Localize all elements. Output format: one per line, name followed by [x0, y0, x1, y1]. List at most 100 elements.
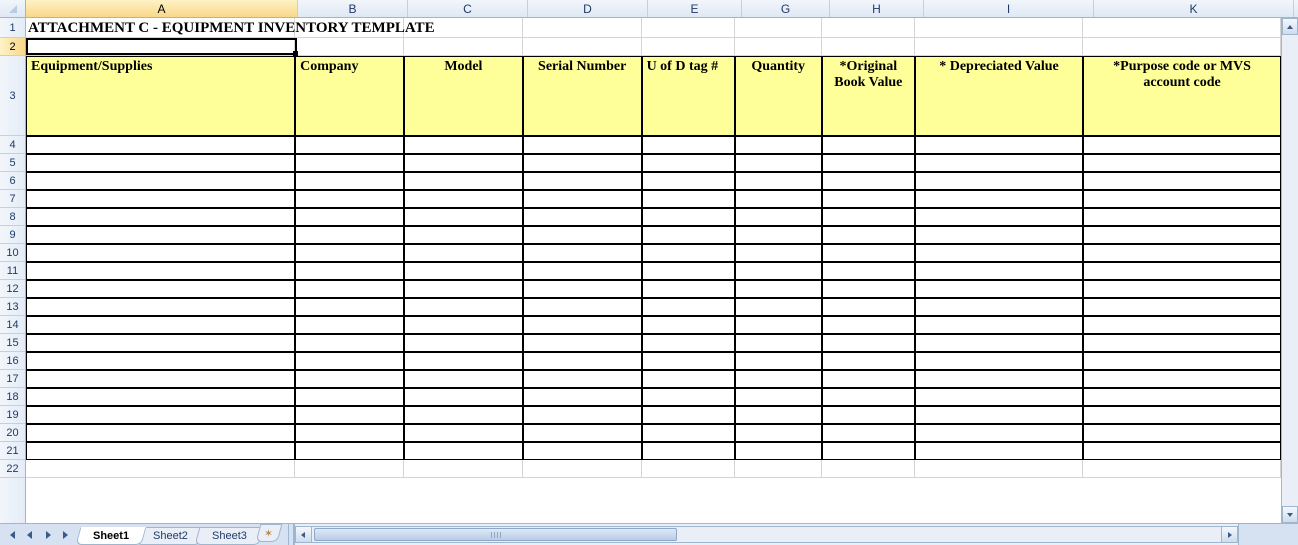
- table-header-B[interactable]: Company: [295, 56, 404, 136]
- data-cell[interactable]: [26, 244, 295, 262]
- data-cell[interactable]: [295, 154, 404, 172]
- data-cell[interactable]: [1083, 424, 1281, 442]
- data-cell[interactable]: [915, 208, 1083, 226]
- data-cell[interactable]: [404, 190, 523, 208]
- data-cell[interactable]: [822, 424, 915, 442]
- new-sheet-button[interactable]: ✶: [255, 524, 282, 542]
- data-cell[interactable]: [822, 298, 915, 316]
- data-cell[interactable]: [404, 208, 523, 226]
- data-cell[interactable]: [523, 154, 642, 172]
- col-header-G[interactable]: G: [742, 0, 830, 17]
- sheet-nav-next[interactable]: [40, 527, 56, 543]
- data-cell[interactable]: [295, 298, 404, 316]
- data-cell[interactable]: [523, 316, 642, 334]
- data-cell[interactable]: [642, 190, 735, 208]
- cell[interactable]: [822, 38, 915, 56]
- sheet-nav-first[interactable]: [4, 527, 20, 543]
- data-cell[interactable]: [915, 262, 1083, 280]
- data-cell[interactable]: [915, 406, 1083, 424]
- data-cell[interactable]: [523, 172, 642, 190]
- col-header-A[interactable]: A: [26, 0, 298, 17]
- data-cell[interactable]: [523, 370, 642, 388]
- data-cell[interactable]: [523, 244, 642, 262]
- data-cell[interactable]: [642, 316, 735, 334]
- data-cell[interactable]: [822, 352, 915, 370]
- data-cell[interactable]: [523, 136, 642, 154]
- data-cell[interactable]: [26, 262, 295, 280]
- table-header-G[interactable]: Quantity: [735, 56, 822, 136]
- col-header-H[interactable]: H: [830, 0, 924, 17]
- data-cell[interactable]: [1083, 406, 1281, 424]
- data-cell[interactable]: [26, 280, 295, 298]
- data-cell[interactable]: [735, 280, 822, 298]
- data-cell[interactable]: [26, 334, 295, 352]
- horizontal-scroll-thumb[interactable]: [314, 528, 678, 541]
- data-cell[interactable]: [1083, 370, 1281, 388]
- data-cell[interactable]: [915, 316, 1083, 334]
- data-cell[interactable]: [404, 352, 523, 370]
- data-cell[interactable]: [523, 208, 642, 226]
- data-cell[interactable]: [735, 136, 822, 154]
- data-cell[interactable]: [523, 388, 642, 406]
- scroll-up-button[interactable]: [1282, 18, 1298, 35]
- data-cell[interactable]: [295, 280, 404, 298]
- cells-area[interactable]: ATTACHMENT C - EQUIPMENT INVENTORY TEMPL…: [26, 18, 1281, 523]
- data-cell[interactable]: [642, 154, 735, 172]
- table-header-I[interactable]: * Depreciated Value: [915, 56, 1083, 136]
- data-cell[interactable]: [735, 388, 822, 406]
- data-cell[interactable]: [822, 280, 915, 298]
- cell[interactable]: [404, 38, 523, 56]
- data-cell[interactable]: [642, 424, 735, 442]
- data-cell[interactable]: [295, 226, 404, 244]
- data-cell[interactable]: [1083, 172, 1281, 190]
- data-cell[interactable]: [1083, 334, 1281, 352]
- data-cell[interactable]: [1083, 244, 1281, 262]
- cell[interactable]: [915, 460, 1083, 478]
- data-cell[interactable]: [295, 190, 404, 208]
- data-cell[interactable]: [295, 406, 404, 424]
- data-cell[interactable]: [523, 334, 642, 352]
- cell[interactable]: [735, 38, 822, 56]
- data-cell[interactable]: [404, 172, 523, 190]
- data-cell[interactable]: [295, 172, 404, 190]
- table-header-D[interactable]: Serial Number: [523, 56, 642, 136]
- cell[interactable]: [735, 18, 822, 38]
- data-cell[interactable]: [735, 352, 822, 370]
- data-cell[interactable]: [295, 208, 404, 226]
- col-header-E[interactable]: E: [648, 0, 742, 17]
- data-cell[interactable]: [26, 370, 295, 388]
- data-cell[interactable]: [735, 226, 822, 244]
- data-cell[interactable]: [404, 136, 523, 154]
- data-cell[interactable]: [404, 406, 523, 424]
- data-cell[interactable]: [1083, 298, 1281, 316]
- data-cell[interactable]: [915, 244, 1083, 262]
- horizontal-scrollbar[interactable]: [294, 524, 1238, 545]
- data-cell[interactable]: [822, 388, 915, 406]
- row-header-3[interactable]: 3: [0, 56, 25, 136]
- row-header-9[interactable]: 9: [0, 226, 25, 244]
- data-cell[interactable]: [523, 298, 642, 316]
- row-header-21[interactable]: 21: [0, 442, 25, 460]
- row-header-7[interactable]: 7: [0, 190, 25, 208]
- cell[interactable]: [523, 18, 642, 38]
- data-cell[interactable]: [26, 298, 295, 316]
- col-header-I[interactable]: I: [924, 0, 1094, 17]
- data-cell[interactable]: [295, 442, 404, 460]
- data-cell[interactable]: [295, 370, 404, 388]
- data-cell[interactable]: [523, 352, 642, 370]
- data-cell[interactable]: [26, 424, 295, 442]
- cell[interactable]: [26, 38, 295, 56]
- data-cell[interactable]: [915, 226, 1083, 244]
- col-header-K[interactable]: K: [1094, 0, 1294, 17]
- data-cell[interactable]: [915, 442, 1083, 460]
- sheet-nav-last[interactable]: [58, 527, 74, 543]
- horizontal-scroll-track[interactable]: [312, 526, 1221, 543]
- data-cell[interactable]: [735, 154, 822, 172]
- cell[interactable]: [822, 460, 915, 478]
- row-header-14[interactable]: 14: [0, 316, 25, 334]
- select-all-corner[interactable]: [0, 0, 26, 17]
- cell[interactable]: [295, 460, 404, 478]
- data-cell[interactable]: [295, 316, 404, 334]
- cell[interactable]: [404, 460, 523, 478]
- data-cell[interactable]: [642, 244, 735, 262]
